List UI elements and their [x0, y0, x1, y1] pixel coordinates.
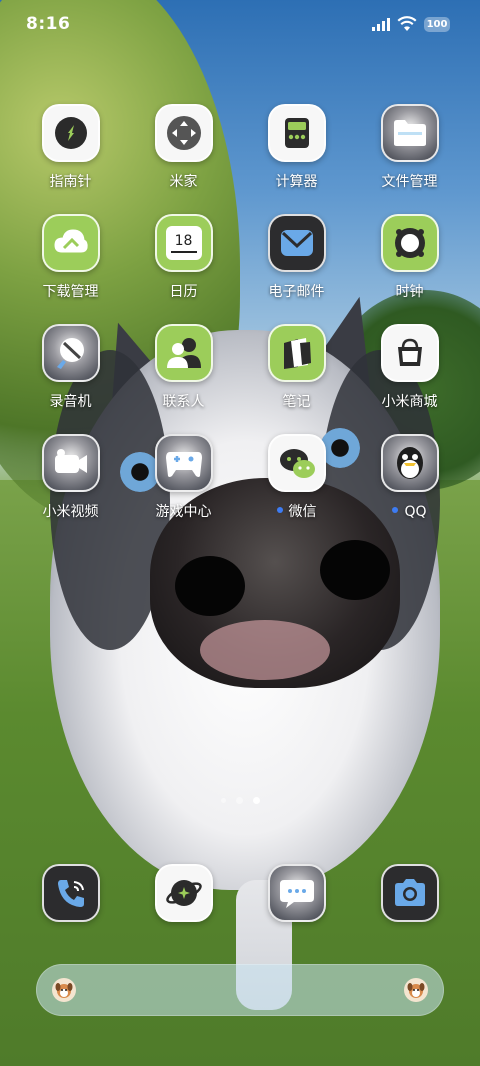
app-label-text: QQ — [404, 504, 427, 520]
app-calculator[interactable]: 计算器 — [240, 104, 353, 192]
camera-icon[interactable] — [380, 864, 439, 922]
app-label: 日历 — [169, 284, 198, 300]
app-label: 笔记 — [282, 394, 311, 410]
download-cloud-icon[interactable] — [41, 214, 100, 272]
app-notes[interactable]: 笔记 — [240, 324, 353, 412]
contacts-icon[interactable] — [154, 324, 213, 382]
app-calendar[interactable]: 18 日历 — [127, 214, 240, 302]
page-dot[interactable] — [235, 797, 243, 804]
wifi-icon — [397, 16, 417, 31]
video-camera-icon[interactable] — [41, 434, 100, 492]
wechat-icon[interactable] — [267, 434, 326, 492]
app-label: 文件管理 — [381, 174, 438, 190]
app-contacts[interactable]: 联系人 — [127, 324, 240, 412]
dog-avatar-icon[interactable] — [404, 978, 428, 1002]
app-recorder[interactable]: 录音机 — [14, 324, 127, 412]
calendar-icon[interactable]: 18 — [154, 214, 213, 272]
app-label: 联系人 — [162, 394, 205, 410]
browser-icon[interactable] — [154, 864, 213, 922]
wallpaper-dog-mouth — [200, 620, 330, 680]
app-file-manager[interactable]: 文件管理 — [353, 104, 466, 192]
calendar-page: 18 — [165, 226, 202, 260]
app-qq[interactable]: QQ — [353, 434, 466, 522]
app-label: 小米商城 — [381, 394, 438, 410]
app-label: QQ — [392, 503, 427, 522]
mail-icon[interactable] — [267, 214, 326, 272]
app-label: 计算器 — [275, 174, 318, 190]
app-label: 录音机 — [49, 394, 92, 410]
calculator-icon[interactable] — [267, 104, 326, 162]
app-mi-store[interactable]: 小米商城 — [353, 324, 466, 412]
gamepad-icon[interactable] — [154, 434, 213, 492]
dog-avatar-icon[interactable] — [52, 978, 76, 1002]
app-mi-video[interactable]: 小米视频 — [14, 434, 127, 522]
app-label: 游戏中心 — [155, 504, 212, 520]
wallpaper-dog-nostril — [175, 556, 245, 616]
status-bar: 8:16 100 — [0, 0, 480, 50]
status-time: 8:16 — [26, 14, 71, 34]
calendar-underline — [170, 251, 197, 253]
notes-icon[interactable] — [267, 324, 326, 382]
calendar-day: 18 — [174, 233, 193, 249]
app-label: 指南针 — [49, 174, 92, 190]
dock-app-camera[interactable] — [353, 864, 466, 922]
dock-app-phone[interactable] — [14, 864, 127, 922]
app-label: 米家 — [169, 174, 198, 190]
page-indicator — [0, 797, 480, 804]
recorder-icon[interactable] — [41, 324, 100, 382]
messages-icon[interactable] — [267, 864, 326, 922]
app-compass[interactable]: 指南针 — [14, 104, 127, 192]
app-email[interactable]: 电子邮件 — [240, 214, 353, 302]
shopping-bag-icon[interactable] — [380, 324, 439, 382]
page-dot-active[interactable] — [252, 797, 260, 804]
app-game-center[interactable]: 游戏中心 — [127, 434, 240, 522]
notification-dot — [392, 507, 399, 513]
app-grid: 指南针 米家 计算器 文件管理 下载管理 18 日历 电子邮件 时钟 录音机 联… — [14, 104, 466, 522]
dock — [14, 864, 466, 922]
app-label-text: 微信 — [288, 504, 317, 520]
battery-indicator: 100 — [424, 17, 450, 32]
app-mi-home[interactable]: 米家 — [127, 104, 240, 192]
app-wechat[interactable]: 微信 — [240, 434, 353, 522]
compass-icon[interactable] — [41, 104, 100, 162]
phone-icon[interactable] — [41, 864, 100, 922]
notification-dot — [276, 507, 283, 513]
app-label: 微信 — [276, 503, 317, 522]
app-label: 小米视频 — [42, 504, 99, 520]
dock-app-messages[interactable] — [240, 864, 353, 922]
page-dot-home[interactable] — [220, 798, 226, 803]
qq-penguin-icon[interactable] — [380, 434, 439, 492]
folder-icon[interactable] — [380, 104, 439, 162]
wallpaper-dog-nostril — [320, 540, 390, 600]
app-label: 下载管理 — [42, 284, 99, 300]
cellular-signal-icon — [372, 17, 392, 31]
clock-icon[interactable] — [380, 214, 439, 272]
app-label: 电子邮件 — [268, 284, 325, 300]
app-download-manager[interactable]: 下载管理 — [14, 214, 127, 302]
search-bar[interactable] — [36, 964, 444, 1016]
app-clock[interactable]: 时钟 — [353, 214, 466, 302]
mi-home-icon[interactable] — [154, 104, 213, 162]
app-label: 时钟 — [395, 284, 424, 300]
dock-app-browser[interactable] — [127, 864, 240, 922]
